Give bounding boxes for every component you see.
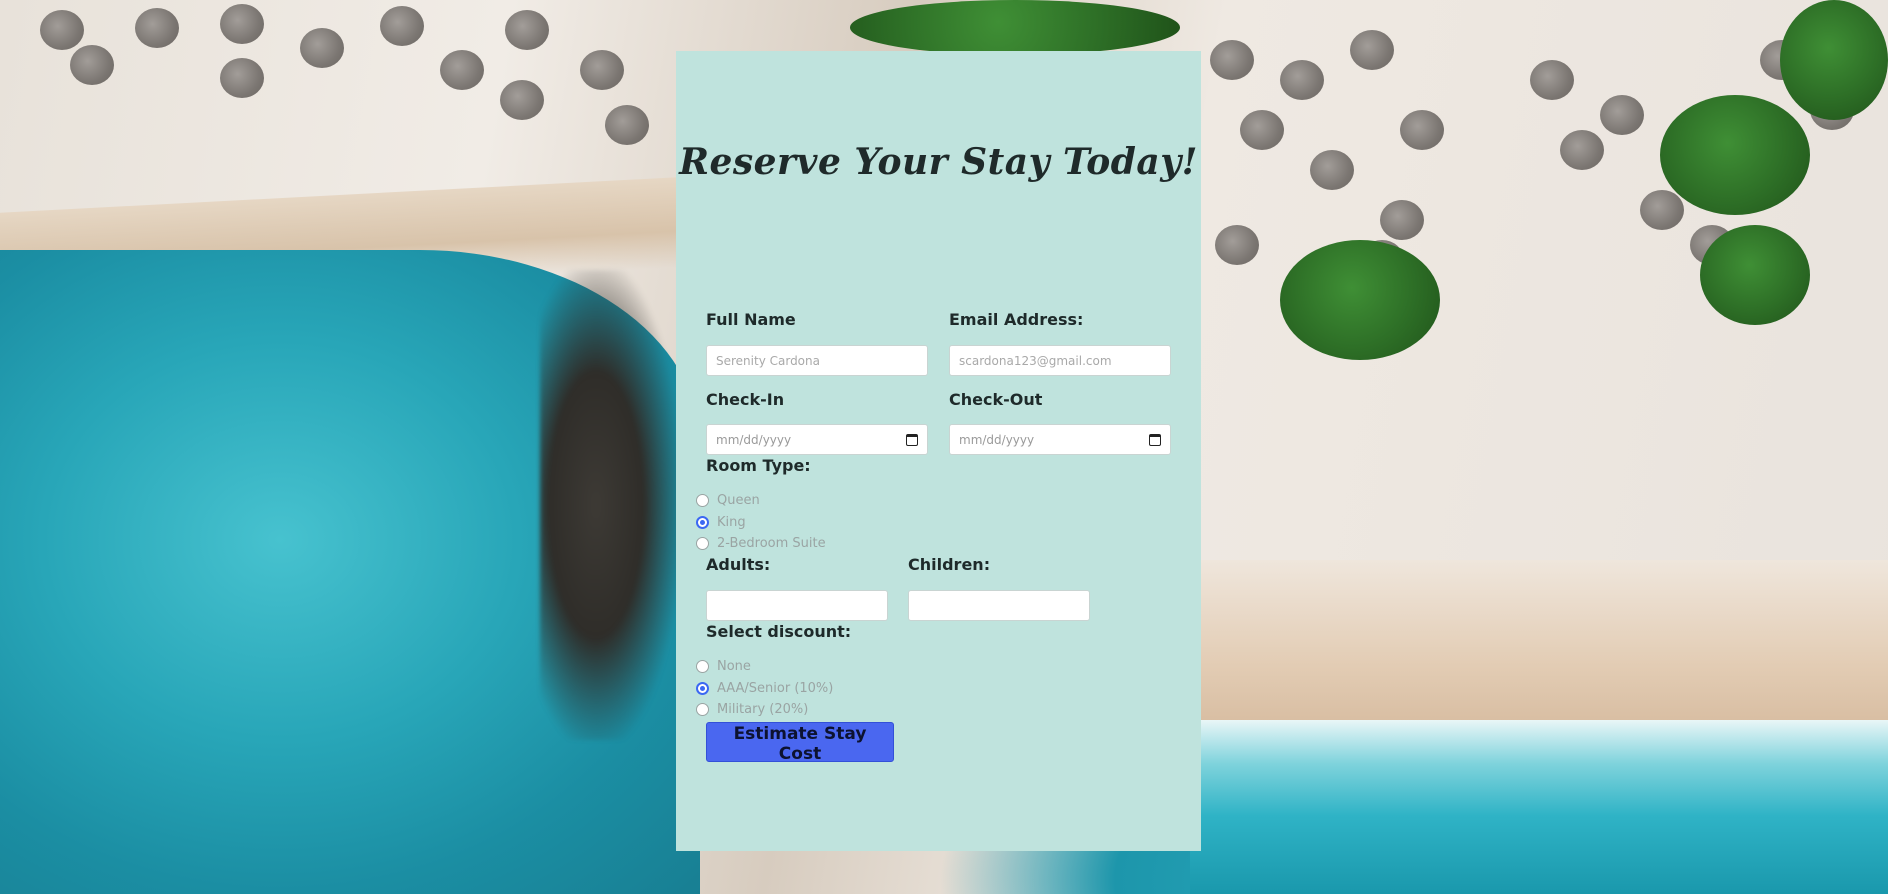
umbrella — [1350, 30, 1394, 70]
discount-option-label: Military (20%) — [717, 701, 809, 717]
umbrella — [135, 8, 179, 48]
umbrella — [1530, 60, 1574, 100]
check-in-placeholder: mm/dd/yyyy — [716, 432, 792, 447]
estimate-stay-cost-button[interactable]: Estimate Stay Cost — [706, 722, 894, 764]
tree — [1660, 95, 1810, 215]
check-out-placeholder: mm/dd/yyyy — [959, 432, 1035, 447]
radio-button[interactable] — [696, 536, 709, 550]
adults-label: Adults: — [706, 555, 771, 574]
radio-button[interactable] — [696, 681, 709, 695]
radio-button[interactable] — [696, 659, 709, 673]
radio-button[interactable] — [696, 515, 709, 529]
background-shore-right — [1190, 560, 1888, 730]
full-name-input[interactable] — [706, 345, 928, 376]
umbrella — [70, 45, 114, 85]
room-type-option-suite[interactable]: 2-Bedroom Suite — [696, 534, 826, 552]
room-type-option-label: Queen — [717, 492, 760, 508]
adults-input[interactable] — [706, 590, 888, 621]
umbrella — [440, 50, 484, 90]
tree — [1780, 0, 1888, 120]
umbrella — [1310, 150, 1354, 190]
room-type-label: Room Type: — [706, 456, 811, 475]
email-input[interactable] — [949, 345, 1171, 376]
background-rocks — [540, 270, 680, 740]
umbrella — [1560, 130, 1604, 170]
tree — [1280, 240, 1440, 360]
room-type-option-label: 2-Bedroom Suite — [717, 535, 826, 551]
check-in-date-input[interactable]: mm/dd/yyyy — [706, 424, 928, 455]
umbrella — [1600, 95, 1644, 135]
umbrella — [500, 80, 544, 120]
umbrella — [1215, 225, 1259, 265]
children-label: Children: — [908, 555, 991, 574]
calendar-icon[interactable] — [906, 433, 918, 446]
full-name-label: Full Name — [706, 310, 796, 329]
reservation-card: Reserve Your Stay Today! Full Name Email… — [676, 51, 1201, 851]
check-in-label: Check-In — [706, 390, 785, 409]
umbrella — [505, 10, 549, 50]
radio-button[interactable] — [696, 702, 709, 716]
umbrella — [380, 6, 424, 46]
tree — [1700, 225, 1810, 325]
page: Reserve Your Stay Today! Full Name Email… — [0, 0, 1888, 894]
room-type-option-label: King — [717, 514, 746, 530]
discount-option-label: None — [717, 658, 751, 674]
discount-option-military[interactable]: Military (20%) — [696, 700, 808, 718]
umbrella — [220, 4, 264, 44]
umbrella — [220, 58, 264, 98]
check-out-label: Check-Out — [949, 390, 1043, 409]
umbrella — [1380, 200, 1424, 240]
children-input[interactable] — [908, 590, 1090, 621]
radio-button[interactable] — [696, 493, 709, 507]
umbrella — [580, 50, 624, 90]
umbrella — [40, 10, 84, 50]
umbrella — [1210, 40, 1254, 80]
discount-option-none[interactable]: None — [696, 657, 751, 675]
umbrella — [1400, 110, 1444, 150]
discount-option-aaa-senior[interactable]: AAA/Senior (10%) — [696, 679, 833, 697]
umbrella — [300, 28, 344, 68]
calendar-icon[interactable] — [1149, 433, 1161, 446]
room-type-option-queen[interactable]: Queen — [696, 491, 760, 509]
check-out-date-input[interactable]: mm/dd/yyyy — [949, 424, 1171, 455]
email-label: Email Address: — [949, 310, 1084, 329]
umbrella — [605, 105, 649, 145]
discount-option-label: AAA/Senior (10%) — [717, 680, 834, 696]
umbrella — [1240, 110, 1284, 150]
discount-label: Select discount: — [706, 622, 852, 641]
umbrella — [1640, 190, 1684, 230]
tree — [850, 0, 1180, 55]
background-water-right — [1190, 720, 1888, 894]
umbrella — [1280, 60, 1324, 100]
page-title: Reserve Your Stay Today! — [679, 141, 1198, 183]
room-type-option-king[interactable]: King — [696, 513, 746, 531]
